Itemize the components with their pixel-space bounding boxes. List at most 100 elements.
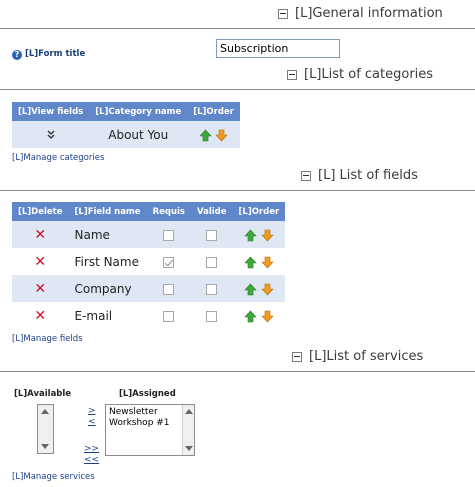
divider [0,190,475,191]
categories-title: [L]List of categories [304,67,434,82]
manage-categories-link[interactable]: [L]Manage categories [12,153,104,163]
fields-header-row: [L]Delete [L]Field name Requis Valide [L… [12,202,286,221]
required-cell [146,275,191,302]
required-checkbox[interactable] [163,283,175,295]
move-down-arrow-icon[interactable] [261,229,274,242]
services-header[interactable]: [L]List of services [292,349,423,364]
scroll-up-icon[interactable] [41,409,49,414]
scroll-down-icon[interactable] [41,444,49,449]
validate-checkbox[interactable] [206,229,218,241]
table-row: ✕ Company [12,275,286,302]
move-down-arrow-icon[interactable] [215,129,229,142]
table-row: About You [12,121,240,148]
required-checkbox[interactable] [163,310,175,322]
form-title-label-group: ? [L]Form title [12,41,85,60]
delete-cell: ✕ [12,275,69,302]
expand-chevrons-icon[interactable] [46,130,56,140]
manage-fields-link[interactable]: [L]Manage fields [12,334,83,344]
delete-icon[interactable]: ✕ [34,308,46,324]
move-down-arrow-icon[interactable] [261,310,274,323]
delete-icon[interactable]: ✕ [34,254,46,270]
list-item[interactable]: Newsletter [109,407,178,418]
move-all-right-button[interactable]: >> [84,444,99,454]
order-cell [232,275,286,302]
validate-checkbox[interactable] [206,310,218,322]
general-info-header[interactable]: [L]General information [278,6,443,21]
field-name: Name [68,221,147,248]
assigned-label: [L]Assigned [119,389,176,399]
order-cell [187,121,240,148]
manage-services-link[interactable]: [L]Manage services [12,472,95,482]
col-field-name: [L]Field name [68,202,147,221]
col-order: [L]Order [232,202,286,221]
move-left-button[interactable]: < [88,417,96,427]
order-cell [232,302,286,329]
form-title-input[interactable] [216,39,340,58]
collapse-icon[interactable] [287,69,297,80]
scroll-down-icon[interactable] [185,446,193,451]
divider [0,89,475,90]
available-services-list[interactable] [37,404,54,454]
form-title-label: [L]Form title [25,49,86,59]
table-row: ✕ Name [12,221,286,248]
general-info-title: [L]General information [295,6,443,21]
fields-table: [L]Delete [L]Field name Requis Valide [L… [12,202,286,329]
table-row: ✕ First Name [12,248,286,275]
validate-cell [190,302,233,329]
required-checkbox[interactable] [163,229,175,241]
table-row: ✕ E-mail [12,302,286,329]
validate-cell [190,248,233,275]
categories-header-row: [L]View fields [L]Category name [L]Order [12,102,240,121]
assigned-services-list[interactable]: Newsletter Workshop #1 [105,404,195,456]
col-category-name: [L]Category name [89,102,188,121]
move-down-arrow-icon[interactable] [261,283,274,296]
view-fields-cell [12,121,90,148]
delete-icon[interactable]: ✕ [34,281,46,297]
fields-title: [L] List of fields [318,168,418,183]
move-down-arrow-icon[interactable] [261,256,274,269]
category-name: About You [89,121,188,148]
services-title: [L]List of services [309,349,424,364]
categories-table: [L]View fields [L]Category name [L]Order… [12,102,240,148]
categories-header[interactable]: [L]List of categories [287,67,433,82]
col-view-fields: [L]View fields [12,102,90,121]
col-validate: Valide [190,202,233,221]
delete-cell: ✕ [12,302,69,329]
required-checkbox[interactable] [163,256,175,268]
scrollbar[interactable] [182,405,194,455]
move-all-left-button[interactable]: << [84,455,99,465]
divider [0,371,475,372]
list-item[interactable]: Workshop #1 [109,418,178,429]
move-up-arrow-icon[interactable] [244,229,257,242]
divider [0,28,475,29]
available-label: [L]Available [14,389,72,399]
collapse-icon[interactable] [278,8,288,19]
field-name: First Name [68,248,147,275]
fields-header[interactable]: [L] List of fields [301,168,418,183]
collapse-icon[interactable] [301,170,311,181]
validate-checkbox[interactable] [206,283,218,295]
move-up-arrow-icon[interactable] [244,256,257,269]
required-cell [146,221,191,248]
delete-icon[interactable]: ✕ [34,227,46,243]
move-right-button[interactable]: > [88,406,96,416]
move-up-arrow-icon[interactable] [198,129,212,142]
collapse-icon[interactable] [292,351,302,362]
col-required: Requis [146,202,191,221]
required-cell [146,248,191,275]
move-up-arrow-icon[interactable] [244,283,257,296]
validate-checkbox[interactable] [206,256,218,268]
field-name: Company [68,275,147,302]
order-cell [232,221,286,248]
scrollbar[interactable] [38,405,53,453]
help-icon[interactable]: ? [12,50,22,60]
required-cell [146,302,191,329]
validate-cell [190,221,233,248]
validate-cell [190,275,233,302]
delete-cell: ✕ [12,221,69,248]
col-order: [L]Order [187,102,240,121]
move-up-arrow-icon[interactable] [244,310,257,323]
delete-cell: ✕ [12,248,69,275]
col-delete: [L]Delete [12,202,69,221]
scroll-up-icon[interactable] [185,409,193,414]
